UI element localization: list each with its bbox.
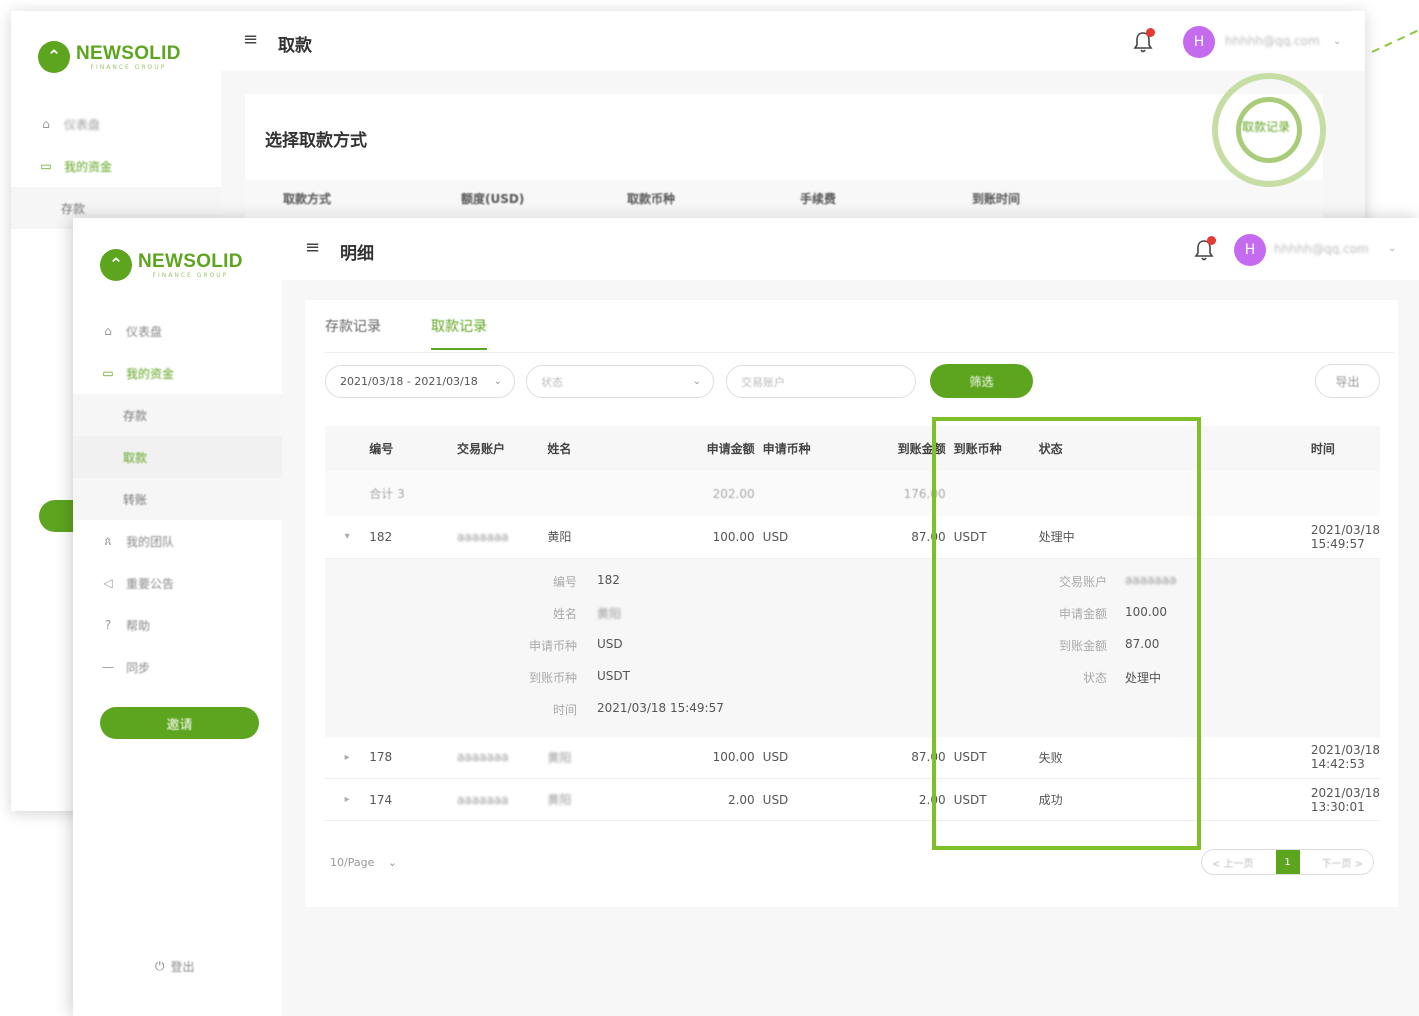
header-account[interactable]: 交易账户: [457, 426, 548, 471]
table-header-row: 编号 交易账户 姓名 申请金额 申请币种 到账金额 到账币种 状态 时间: [325, 426, 1380, 471]
logout-button[interactable]: ⏻ 登出: [155, 958, 195, 975]
total-count: 合计 3: [369, 471, 458, 516]
sidebar: ⌃ NEWSOLID FINANCE GROUP ⌂ 仪表盘 ▭ 我的资金 存款…: [73, 218, 282, 1016]
prev-page-button[interactable]: < 上一页: [1212, 855, 1254, 870]
current-page[interactable]: 1: [1275, 850, 1300, 874]
header-name[interactable]: 姓名: [547, 426, 695, 471]
status-badge: 处理中: [1038, 516, 1311, 559]
chevron-down-icon: ⌄: [692, 376, 701, 387]
user-email[interactable]: hhhhh@qq.com: [1274, 242, 1369, 256]
nav-my-funds[interactable]: ▭ 我的资金: [73, 352, 282, 394]
status-badge: 成功: [1038, 778, 1311, 821]
help-icon: ?: [104, 618, 112, 632]
account-input[interactable]: 交易账户: [726, 365, 916, 398]
header-apply-amount[interactable]: 申请金额: [694, 426, 763, 471]
export-button[interactable]: 导出: [1315, 364, 1380, 398]
expanded-detail-row: 编号 182 姓名 黄阳 申请币种 USD 到账币种 USDT 时间 2021/…: [325, 558, 1380, 737]
chevron-down-icon: ⌄: [493, 376, 502, 387]
total-received-amount: 176.00: [892, 471, 954, 516]
expand-icon[interactable]: ▾: [325, 516, 370, 559]
brand-logo[interactable]: ⌃ NEWSOLID FINANCE GROUP: [100, 249, 243, 281]
home-icon: ⌂: [104, 324, 112, 338]
total-row: 合计 3 202.00 176.00: [325, 471, 1380, 516]
header-received-currency[interactable]: 到账币种: [953, 426, 1039, 471]
sync-icon: —: [102, 660, 114, 674]
team-icon: ጰ: [104, 533, 112, 548]
page-size-select[interactable]: 10/Page ⌄: [330, 856, 397, 869]
topbar: ≡ 明细 H hhhhh@qq.com ⌄: [282, 218, 1419, 280]
expand-icon[interactable]: ▸: [325, 778, 370, 821]
table-row[interactable]: ▾ 182 aaaaaaa 黄阳 100.00 USD 87.00 USDT 处…: [325, 516, 1380, 559]
brand-tagline: FINANCE GROUP: [152, 271, 229, 279]
next-page-button[interactable]: 下一页 >: [1321, 855, 1363, 870]
chevron-down-icon: ⌄: [387, 856, 398, 869]
chevron-down-icon[interactable]: ⌄: [1388, 243, 1396, 254]
tab-deposit-records[interactable]: 存款记录: [325, 316, 381, 348]
nav-my-team[interactable]: ጰ 我的团队: [73, 520, 282, 562]
status-select[interactable]: 状态 ⌄: [526, 365, 714, 398]
nav-dashboard[interactable]: ⌂ 仪表盘: [73, 310, 282, 352]
nav-deposit[interactable]: 存款: [73, 394, 282, 436]
expand-icon[interactable]: ▸: [325, 736, 370, 779]
header-expand: [325, 426, 370, 471]
header-received-amount[interactable]: 到账金额: [892, 426, 954, 471]
notification-dot: [1207, 236, 1216, 245]
nav-transfer[interactable]: 转账: [73, 478, 282, 520]
logo-mark-icon: ⌃: [100, 249, 132, 281]
records-panel: 存款记录 取款记录 2021/03/18 - 2021/03/18 ⌄ 状态 ⌄…: [305, 300, 1398, 907]
total-apply-amount: 202.00: [694, 471, 763, 516]
bell-icon[interactable]: [1194, 236, 1216, 261]
nav-help[interactable]: ? 帮助: [73, 604, 282, 646]
date-range-picker[interactable]: 2021/03/18 - 2021/03/18 ⌄: [325, 365, 515, 398]
menu-icon[interactable]: ≡: [305, 237, 320, 258]
nav-sync[interactable]: — 同步: [73, 646, 282, 688]
table-row[interactable]: ▸ 174 aaaaaaa 黄阳 2.00 USD 2.00 USDT 成功 2…: [325, 778, 1380, 821]
power-icon: ⏻: [155, 959, 165, 973]
filter-button[interactable]: 筛选: [930, 364, 1033, 398]
header-status[interactable]: 状态: [1038, 426, 1311, 471]
withdraw-records-table: 编号 交易账户 姓名 申请金额 申请币种 到账金额 到账币种 状态 时间 合计 …: [325, 426, 1380, 821]
invite-button[interactable]: 邀请: [100, 707, 259, 739]
tab-withdraw-records[interactable]: 取款记录: [431, 316, 487, 350]
status-badge: 失败: [1038, 736, 1311, 779]
nav-withdraw[interactable]: 取款: [73, 436, 282, 478]
header-id[interactable]: 编号: [369, 426, 458, 471]
megaphone-icon: ◁: [103, 576, 113, 590]
header-time[interactable]: 时间: [1310, 426, 1380, 471]
page-title: 明细: [340, 244, 374, 264]
brand-name: NEWSOLID: [138, 250, 243, 272]
nav-announcements[interactable]: ◁ 重要公告: [73, 562, 282, 604]
foreground-window: ⌃ NEWSOLID FINANCE GROUP ⌂ 仪表盘 ▭ 我的资金 存款…: [73, 218, 1419, 1016]
wallet-icon: ▭: [102, 366, 114, 380]
header-apply-currency[interactable]: 申请币种: [762, 426, 893, 471]
tab-divider: [325, 352, 1394, 353]
avatar[interactable]: H: [1234, 234, 1266, 266]
table-row[interactable]: ▸ 178 aaaaaaa 黄阳 100.00 USD 87.00 USDT 失…: [325, 736, 1380, 779]
pagination: < 上一页 1 下一页 >: [1201, 849, 1374, 875]
